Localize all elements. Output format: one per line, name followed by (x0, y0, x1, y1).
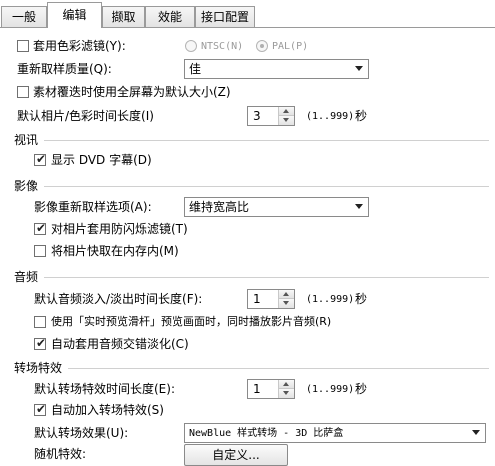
resample-value: 佳 (189, 62, 202, 76)
pal-radio[interactable] (256, 40, 268, 52)
ntsc-radio[interactable] (185, 40, 197, 52)
transition-divider (68, 368, 489, 369)
anti-flicker-checkbox[interactable]: ✔ (34, 221, 47, 235)
realtime-preview-checkbox[interactable] (34, 316, 46, 328)
transition-duration-value: 1 (253, 382, 261, 396)
default-transition-value: NewBlue 样式转场 - 3D 比萨盒 (189, 428, 344, 439)
audio-fade-range: (1..999) (306, 294, 355, 305)
auto-transition-checkbox[interactable]: ✔ (34, 402, 47, 416)
spin-down-icon[interactable] (279, 299, 294, 308)
spin-up-icon[interactable] (279, 380, 294, 389)
video-section-title: 视讯 (14, 133, 39, 147)
chevron-down-icon (355, 66, 363, 71)
tab-performance[interactable]: 效能 (145, 6, 195, 27)
image-resample-select[interactable]: 维持宽高比 (184, 197, 369, 217)
spin-down-icon[interactable] (279, 389, 294, 398)
resample-label: 重新取样质量(Q): (17, 62, 112, 76)
customize-button[interactable]: 自定义... (184, 444, 288, 466)
transition-duration-label: 默认转场特效时间长度(E): (34, 382, 175, 396)
transition-duration-unit: 秒 (355, 382, 368, 396)
color-filter-checkbox[interactable] (17, 40, 29, 52)
check-icon: ✔ (36, 336, 47, 350)
realtime-preview-label: 使用「实时预览滑杆」预览画面时，同时播放影片音频(R) (51, 315, 332, 328)
audio-divider (44, 277, 489, 278)
tab-capture[interactable]: 撷取 (102, 6, 145, 27)
photo-duration-stepper[interactable]: 3 (247, 106, 295, 126)
image-divider (44, 186, 489, 187)
chevron-down-icon (355, 204, 363, 209)
audio-section-title: 音频 (14, 270, 39, 284)
transition-section-title: 转场特效 (14, 361, 63, 375)
photo-duration-unit: 秒 (355, 109, 368, 123)
audio-fade-label: 默认音频淡入/淡出时间长度(F): (34, 292, 203, 306)
transition-duration-stepper[interactable]: 1 (247, 379, 295, 399)
photo-duration-label: 默认相片/色彩时间长度(I) (17, 109, 154, 123)
photo-duration-value: 3 (253, 109, 261, 123)
audio-fade-stepper[interactable]: 1 (247, 289, 295, 309)
image-resample-label: 影像重新取样选项(A): (34, 200, 152, 214)
check-icon: ✔ (36, 152, 47, 166)
ntsc-label: NTSC(N) (201, 41, 244, 52)
tab-general[interactable]: 一般 (1, 6, 47, 27)
transition-duration-range: (1..999) (306, 384, 355, 395)
pal-label: PAL(P) (272, 41, 309, 52)
photo-duration-range: (1..999) (306, 111, 355, 122)
audio-fade-unit: 秒 (355, 292, 368, 306)
image-resample-value: 维持宽高比 (189, 200, 250, 214)
fullscreen-label: 素材覆迭时使用全屏幕为默认大小(Z) (33, 85, 231, 99)
cache-photo-label: 将相片快取在内存内(M) (51, 244, 179, 258)
color-filter-label: 套用色彩滤镜(Y): (33, 39, 126, 53)
fullscreen-checkbox[interactable] (17, 86, 29, 98)
image-section-title: 影像 (14, 179, 39, 193)
video-divider (44, 140, 489, 141)
spin-down-icon[interactable] (279, 116, 294, 125)
tab-edit[interactable]: 编辑 (47, 2, 102, 28)
spin-up-icon[interactable] (279, 107, 294, 116)
default-transition-select[interactable]: NewBlue 样式转场 - 3D 比萨盒 (184, 423, 486, 443)
default-transition-label: 默认转场效果(U): (34, 426, 129, 440)
chevron-down-icon (472, 430, 480, 435)
dvd-subtitle-label: 显示 DVD 字幕(D) (51, 153, 152, 167)
check-icon: ✔ (36, 402, 47, 416)
auto-crossfade-label: 自动套用音频交错淡化(C) (51, 337, 189, 351)
resample-select[interactable]: 佳 (184, 59, 369, 79)
auto-transition-label: 自动加入转场特效(S) (51, 403, 164, 417)
auto-crossfade-checkbox[interactable]: ✔ (34, 336, 47, 350)
tab-interface[interactable]: 接口配置 (195, 6, 255, 27)
anti-flicker-label: 对相片套用防闪烁滤镜(T) (51, 222, 188, 236)
cache-photo-checkbox[interactable] (34, 245, 46, 257)
audio-fade-value: 1 (253, 292, 261, 306)
tab-bar: 一般 编辑 撷取 效能 接口配置 (0, 0, 495, 28)
check-icon: ✔ (36, 221, 47, 235)
spin-up-icon[interactable] (279, 290, 294, 299)
dvd-subtitle-checkbox[interactable]: ✔ (34, 152, 47, 166)
